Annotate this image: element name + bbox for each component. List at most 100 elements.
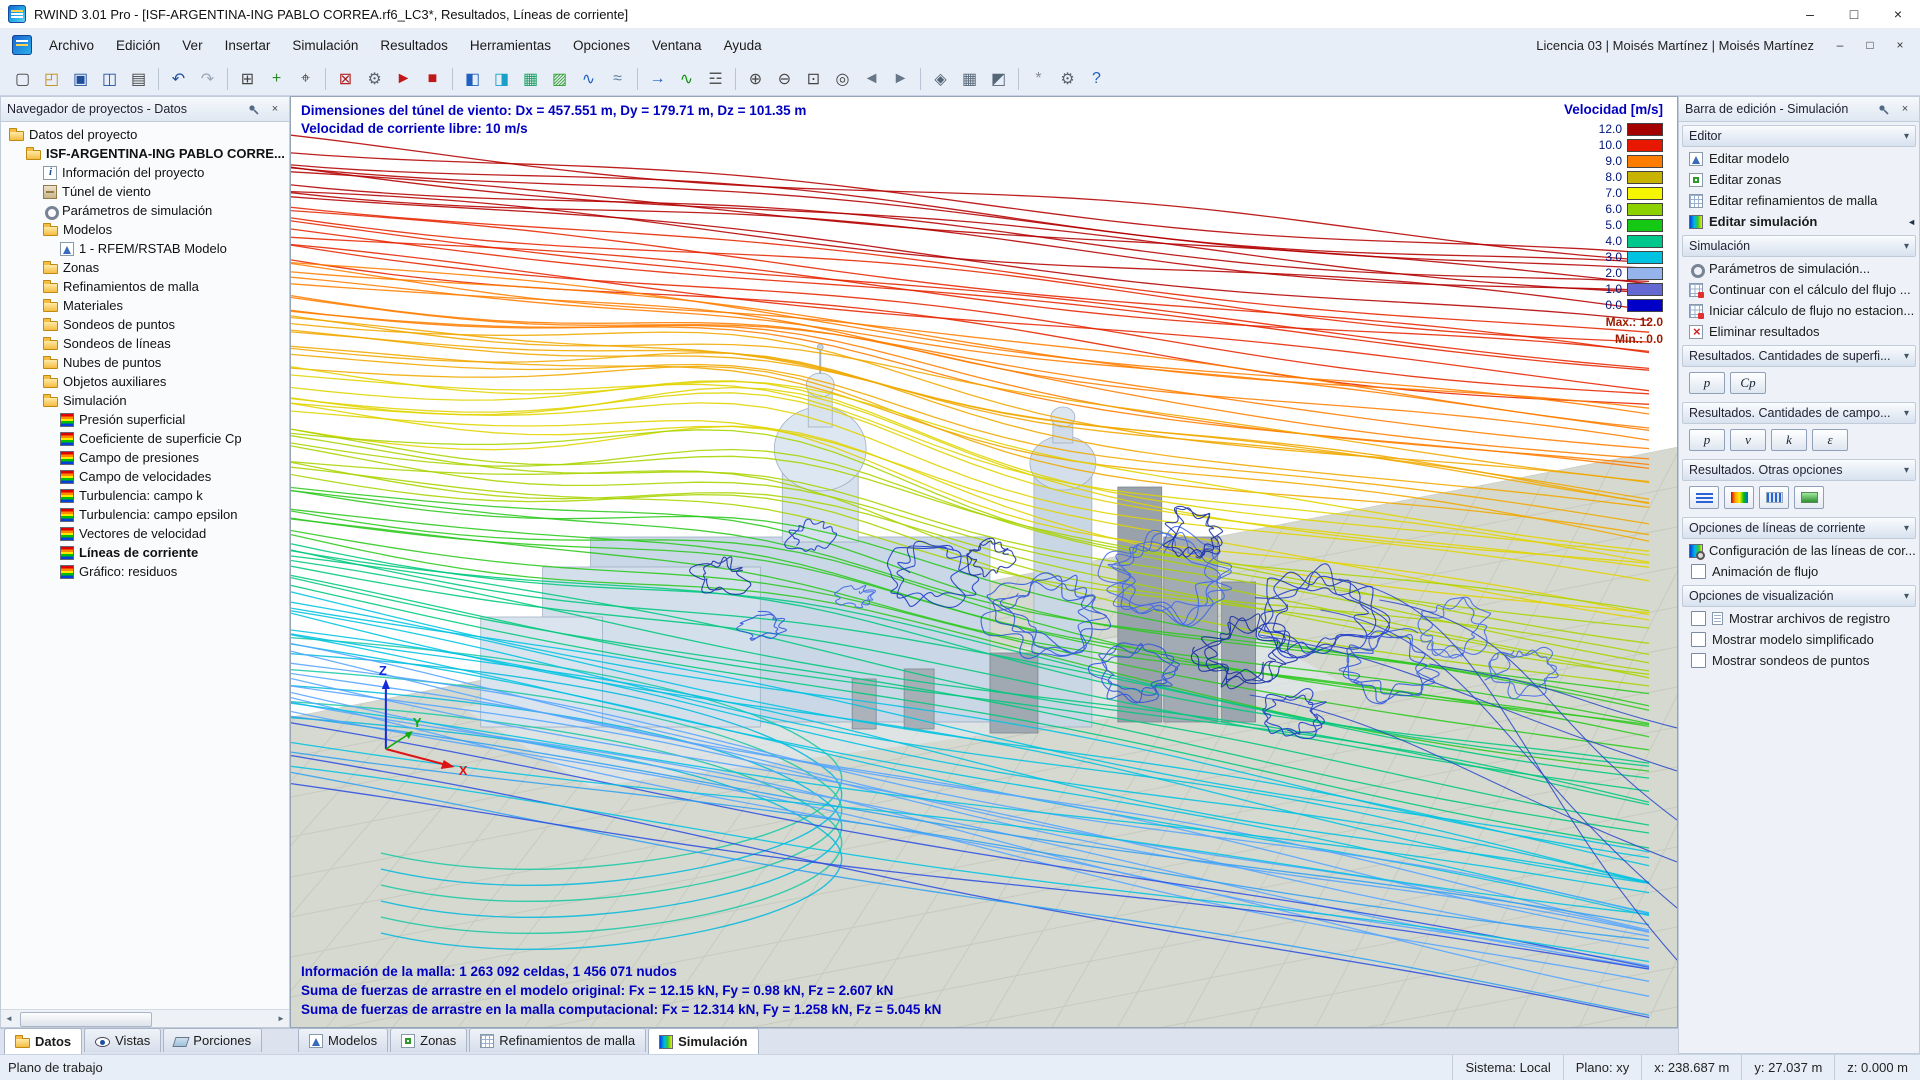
result-button-[interactable]: ε xyxy=(1812,429,1848,451)
check-option-mostrar-archivos-de-registro[interactable]: Mostrar archivos de registro xyxy=(1679,608,1919,629)
display-options-button[interactable]: * xyxy=(1024,65,1053,93)
shaded-display-button[interactable]: ◩ xyxy=(984,65,1013,93)
streamline-surface-button[interactable] xyxy=(1794,486,1824,509)
save-button[interactable]: ▣ xyxy=(66,65,95,93)
save-as-button[interactable]: ◫ xyxy=(95,65,124,93)
section-header-opciones-de-lineas-de-corriente[interactable]: Opciones de líneas de corriente▾ xyxy=(1682,517,1916,539)
section-header-editor[interactable]: Editor▾ xyxy=(1682,125,1916,147)
navigator-tab-datos[interactable]: Datos xyxy=(4,1028,82,1054)
simulation-parameters-button[interactable]: ⚙ xyxy=(360,65,389,93)
streamline-grid-button[interactable] xyxy=(1759,486,1789,509)
mdi-minimize-button[interactable]: – xyxy=(1826,33,1854,57)
scroll-right-icon[interactable]: ► xyxy=(273,1011,289,1027)
result-button-v[interactable]: v xyxy=(1730,429,1766,451)
wireframe-display-button[interactable]: ▦ xyxy=(955,65,984,93)
menu-archivo[interactable]: Archivo xyxy=(38,32,105,59)
tree-item-turbulencia-campo-epsilon[interactable]: Turbulencia: campo epsilon xyxy=(1,505,289,524)
tree-item-isf-argentina-ing-pablo-corre[interactable]: ISF-ARGENTINA-ING PABLO CORRE... xyxy=(1,144,289,163)
section-header-resultados-cantidades-de-campo[interactable]: Resultados. Cantidades de campo...▾ xyxy=(1682,402,1916,424)
viewport-tab-simulacion[interactable]: Simulación xyxy=(648,1028,758,1054)
scroll-left-icon[interactable]: ◄ xyxy=(1,1011,17,1027)
editbar-item-eliminar-resultados[interactable]: Eliminar resultados xyxy=(1679,321,1919,342)
tree-item-1-rfem-rstab-modelo[interactable]: 1 - RFEM/RSTAB Modelo xyxy=(1,239,289,258)
redo-button[interactable]: ↷ xyxy=(193,65,222,93)
menu-opciones[interactable]: Opciones xyxy=(562,32,641,59)
menu-resultados[interactable]: Resultados xyxy=(369,32,459,59)
tree-item-sondeos-de-puntos[interactable]: Sondeos de puntos xyxy=(1,315,289,334)
editbar-item-configuracion-de-las-lineas-de-cor[interactable]: Configuración de las líneas de cor... xyxy=(1679,540,1919,561)
isometric-view-button[interactable]: ◈ xyxy=(926,65,955,93)
cp-coefficient-button[interactable]: ◨ xyxy=(487,65,516,93)
center-view-button[interactable]: ⌖ xyxy=(291,65,320,93)
stop-simulation-button[interactable]: ■ xyxy=(418,65,447,93)
checkbox[interactable] xyxy=(1691,653,1706,668)
previous-view-button[interactable]: ◄ xyxy=(857,65,886,93)
tree-item-datos-del-proyecto[interactable]: Datos del proyecto xyxy=(1,125,289,144)
open-project-button[interactable]: ◰ xyxy=(37,65,66,93)
navigator-close-icon[interactable]: × xyxy=(267,101,283,117)
tree-item-campo-de-presiones[interactable]: Campo de presiones xyxy=(1,448,289,467)
maximize-button[interactable]: □ xyxy=(1832,0,1876,28)
result-button-p[interactable]: p xyxy=(1689,429,1725,451)
tree-item-zonas[interactable]: Zonas xyxy=(1,258,289,277)
section-header-resultados-cantidades-de-superfi[interactable]: Resultados. Cantidades de superfi...▾ xyxy=(1682,345,1916,367)
pin-icon[interactable] xyxy=(1875,101,1891,117)
fit-to-window-button[interactable]: ◎ xyxy=(828,65,857,93)
menu-herramientas[interactable]: Herramientas xyxy=(459,32,562,59)
pressure-field-button[interactable]: ▦ xyxy=(516,65,545,93)
viewport-tab-refinamientos-de-malla[interactable]: Refinamientos de malla xyxy=(469,1028,646,1052)
tree-item-grafico-residuos[interactable]: Gráfico: residuos xyxy=(1,562,289,581)
section-header-simulacion[interactable]: Simulación▾ xyxy=(1682,235,1916,257)
check-option-mostrar-sondeos-de-puntos[interactable]: Mostrar sondeos de puntos xyxy=(1679,650,1919,671)
zoom-out-button[interactable]: ⊖ xyxy=(770,65,799,93)
tree-item-turbulencia-campo-k[interactable]: Turbulencia: campo k xyxy=(1,486,289,505)
tree-item-parametros-de-simulacion[interactable]: Parámetros de simulación xyxy=(1,201,289,220)
editbar-item-editar-modelo[interactable]: Editar modelo xyxy=(1679,148,1919,169)
navigator-tab-porciones[interactable]: Porciones xyxy=(163,1028,262,1052)
tree-item-tunel-de-viento[interactable]: Túnel de viento xyxy=(1,182,289,201)
edit-bar-close-icon[interactable]: × xyxy=(1897,101,1913,117)
surface-pressure-button[interactable]: ◧ xyxy=(458,65,487,93)
help-button[interactable]: ? xyxy=(1082,65,1111,93)
mdi-close-button[interactable]: × xyxy=(1886,33,1914,57)
editbar-item-editar-zonas[interactable]: Editar zonas xyxy=(1679,169,1919,190)
tree-item-objetos-auxiliares[interactable]: Objetos auxiliares xyxy=(1,372,289,391)
menu-insertar[interactable]: Insertar xyxy=(214,32,282,59)
tree-item-refinamientos-de-malla[interactable]: Refinamientos de malla xyxy=(1,277,289,296)
tree-item-coeficiente-de-superficie-cp[interactable]: Coeficiente de superficie Cp xyxy=(1,429,289,448)
editbar-item-editar-simulacion[interactable]: Editar simulación◄ xyxy=(1679,211,1919,232)
editbar-item-parametros-de-simulacion[interactable]: Parámetros de simulación... xyxy=(1679,258,1919,279)
next-view-button[interactable]: ► xyxy=(886,65,915,93)
residuals-chart-button[interactable]: ☲ xyxy=(701,65,730,93)
navigator-tab-vistas[interactable]: Vistas xyxy=(84,1028,161,1052)
scrollbar-thumb[interactable] xyxy=(20,1012,152,1027)
wind-tunnel-button[interactable]: ⊠ xyxy=(331,65,360,93)
check-option-animacion-de-flujo[interactable]: Animación de flujo xyxy=(1679,561,1919,582)
result-button-p[interactable]: p xyxy=(1689,372,1725,394)
new-model-button[interactable]: ▢ xyxy=(8,65,37,93)
result-button-cp[interactable]: Cp xyxy=(1730,372,1766,394)
velocity-field-button[interactable]: ▨ xyxy=(545,65,574,93)
section-header-opciones-de-visualizacion[interactable]: Opciones de visualización▾ xyxy=(1682,585,1916,607)
start-simulation-button[interactable]: ► xyxy=(389,65,418,93)
turbulence-epsilon-button[interactable]: ≈ xyxy=(603,65,632,93)
streamlines-button[interactable]: ∿ xyxy=(672,65,701,93)
editbar-item-continuar-con-el-calculo-del-flujo[interactable]: Continuar con el cálculo del flujo ... xyxy=(1679,279,1919,300)
menu-ver[interactable]: Ver xyxy=(171,32,213,59)
menu-edicion[interactable]: Edición xyxy=(105,32,171,59)
result-button-k[interactable]: k xyxy=(1771,429,1807,451)
tree-item-modelos[interactable]: Modelos xyxy=(1,220,289,239)
menu-ayuda[interactable]: Ayuda xyxy=(713,32,773,59)
editbar-item-editar-refinamientos-de-malla[interactable]: Editar refinamientos de malla xyxy=(1679,190,1919,211)
copy-view-button[interactable]: ⊞ xyxy=(233,65,262,93)
tree-item-simulacion[interactable]: Simulación xyxy=(1,391,289,410)
insert-object-button[interactable]: + xyxy=(262,65,291,93)
streamline-colored-button[interactable] xyxy=(1724,486,1754,509)
zoom-in-button[interactable]: ⊕ xyxy=(741,65,770,93)
tree-item-nubes-de-puntos[interactable]: Nubes de puntos xyxy=(1,353,289,372)
check-option-mostrar-modelo-simplificado[interactable]: Mostrar modelo simplificado xyxy=(1679,629,1919,650)
close-button[interactable]: × xyxy=(1876,0,1920,28)
tree-item-informacion-del-proyecto[interactable]: Información del proyecto xyxy=(1,163,289,182)
checkbox[interactable] xyxy=(1691,564,1706,579)
streamlines-3d-scene[interactable]: ZXY xyxy=(291,97,1677,1027)
